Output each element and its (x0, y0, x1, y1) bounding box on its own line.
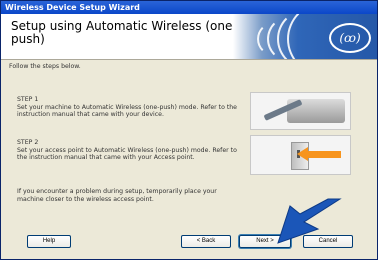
cancel-button[interactable]: Cancel (303, 235, 353, 248)
next-button[interactable]: Next > (239, 235, 291, 248)
step-1-heading: STEP 1 (17, 96, 39, 103)
setup-wizard-window: Wireless Device Setup Wizard Setup using… (0, 0, 378, 260)
header-divider (1, 59, 377, 60)
instructions-intro: Follow the steps below. (9, 63, 81, 70)
header-banner: Setup using Automatic Wireless (one-push… (1, 14, 377, 59)
title-bar[interactable]: Wireless Device Setup Wizard (1, 1, 377, 14)
machine-illustration (250, 92, 351, 130)
step-2-heading: STEP 2 (17, 139, 39, 146)
help-button[interactable]: Help (27, 235, 71, 248)
wireless-logo-icon: (ꝏ) (329, 23, 371, 53)
banner-graphic: (ꝏ) (233, 14, 377, 59)
page-title: Setup using Automatic Wireless (one-push… (11, 19, 237, 46)
back-button[interactable]: < Back (181, 235, 231, 248)
troubleshoot-note: If you encounter a problem during setup,… (17, 188, 217, 203)
step-1-block: STEP 1 Set your machine to Automatic Wir… (17, 96, 245, 119)
access-point-illustration (250, 135, 351, 175)
arrow-shaft-icon (307, 151, 341, 158)
step-1-text: Set your machine to Automatic Wireless (… (17, 103, 237, 119)
window-title: Wireless Device Setup Wizard (5, 3, 140, 12)
step-2-block: STEP 2 Set your access point to Automati… (17, 139, 245, 162)
step-2-text: Set your access point to Automatic Wirel… (17, 146, 237, 162)
